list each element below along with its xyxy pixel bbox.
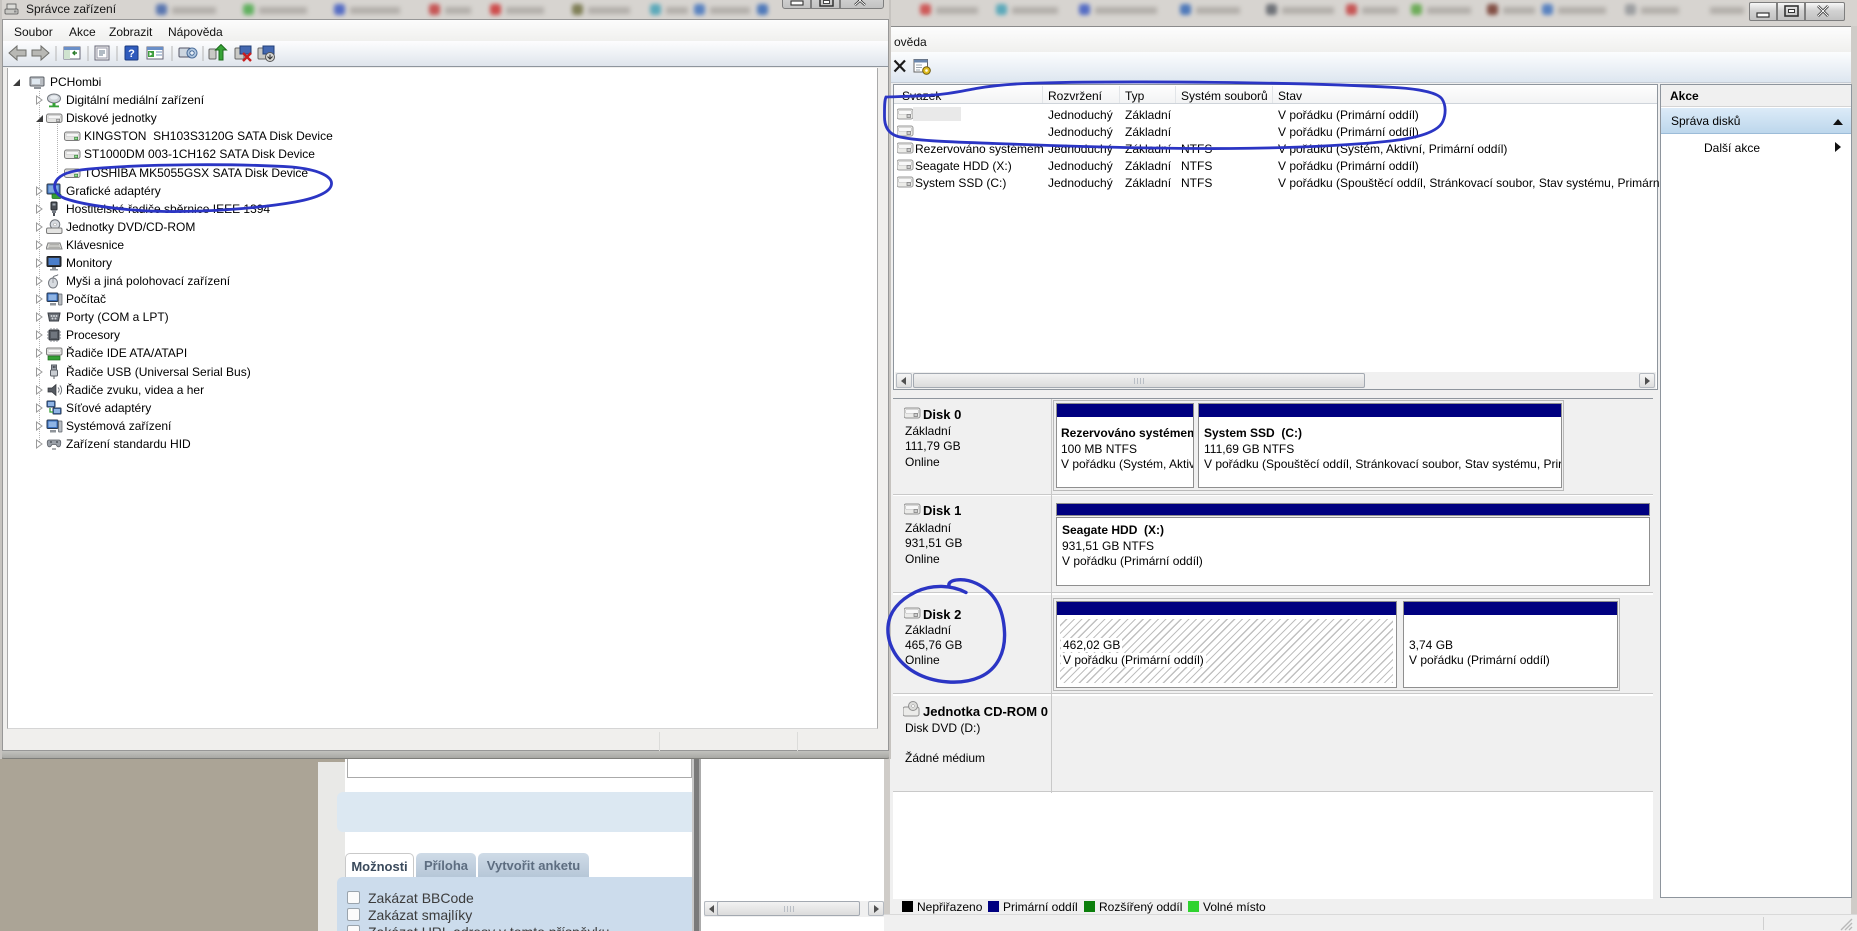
svg-text:?: ?: [128, 48, 135, 60]
